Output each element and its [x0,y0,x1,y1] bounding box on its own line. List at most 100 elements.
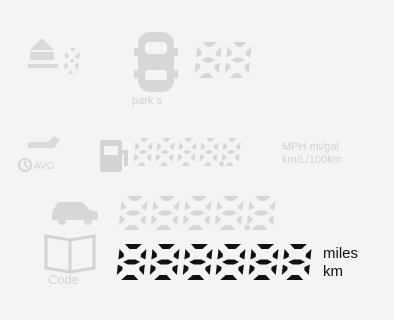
segment-d [123,225,140,230]
segment-e [214,215,221,225]
segment-d [199,73,214,78]
trip-digits: 88888 [118,196,276,230]
digit-0: 8 [118,196,148,230]
segment-f [184,201,190,211]
segment-e [182,215,189,225]
digit-3: 8 [199,138,219,166]
digit-5: 8 [281,244,312,280]
digit-0: 8 [64,48,80,74]
segment-c [190,154,196,162]
vehicle-top-icon [134,32,178,92]
digit-4: 8 [248,244,279,280]
segment-a [223,196,239,201]
segment-g [253,210,270,216]
segment-e [155,154,161,162]
segment-a [162,138,171,142]
segment-c [205,264,211,275]
segment-e [248,264,255,275]
unit-miles: miles [323,245,359,262]
segment-d [187,225,204,230]
odometer-digits: 888888 [116,244,312,280]
park-label: park s [132,95,162,107]
segment-d [220,275,238,280]
segment-b [173,201,180,211]
fuel-units-line1: MPH mi/gal [282,141,339,153]
segment-b [215,47,222,58]
segment-e [199,154,205,162]
digit-0: 8 [194,42,222,78]
segment-d [225,162,235,166]
segment-a [233,42,247,47]
segment-b [75,52,80,59]
segment-g [157,210,174,216]
segment-g [125,210,142,216]
segment-g [222,259,240,265]
segment-f [178,142,184,150]
segment-a [159,196,175,201]
segment-e [281,264,288,275]
segment-b [141,201,148,211]
segment-d [286,275,304,280]
segment-d [203,162,213,166]
segment-c [244,62,250,73]
segment-e [133,154,139,162]
segment-c [214,62,220,73]
segment-g [204,150,214,154]
segment-e [177,154,183,162]
segment-a [228,138,237,142]
segment-b [173,249,180,260]
segment-g [160,150,170,154]
segment-a [127,196,143,201]
clock-icon [18,158,32,172]
segment-g [189,259,207,265]
segment-f [216,201,222,211]
lcd-display: 8 88 88888 88888 888888 park s AVG MPH m… [0,0,394,320]
segment-g [255,259,273,265]
fuel-units-line2: km/L/100km [282,154,342,166]
segment-b [140,249,147,260]
segment-b [169,142,175,150]
segment-f [134,142,140,150]
segment-f [184,249,190,260]
segment-d [253,275,271,280]
digit-2: 8 [177,138,197,166]
digit-1: 8 [224,42,252,78]
segment-d [159,162,169,166]
digit-2: 8 [182,244,213,280]
segment-c [140,215,146,225]
segment-b [305,249,312,260]
segment-e [150,215,157,225]
segment-g [156,259,174,265]
segment-d [219,225,236,230]
decimal-point [244,225,250,230]
segment-c [74,63,79,70]
segment-c [172,215,178,225]
segment-f [152,201,158,211]
segment-f [250,249,256,260]
segment-a [191,244,208,249]
segment-f [156,142,162,150]
segment-f [283,249,289,260]
segment-g [182,150,192,154]
segment-f [226,47,232,58]
segment-b [147,142,153,150]
segment-d [154,275,172,280]
segment-a [70,48,76,52]
segment-g [189,210,206,216]
segment-d [187,275,205,280]
segment-d [155,225,172,230]
segment-e [118,215,125,225]
segment-b [269,201,276,211]
segment-a [203,42,217,47]
unit-km: km [323,263,343,280]
segment-g [68,59,75,63]
segment-c [212,154,218,162]
segment-d [251,225,268,230]
oil-can-icon [28,136,60,148]
segment-a [158,244,175,249]
digit-4: 8 [246,196,276,230]
segment-g [226,150,236,154]
segment-b [206,249,213,260]
segment-g [231,57,246,63]
fuel-economy-digits: 88888 [133,138,241,166]
